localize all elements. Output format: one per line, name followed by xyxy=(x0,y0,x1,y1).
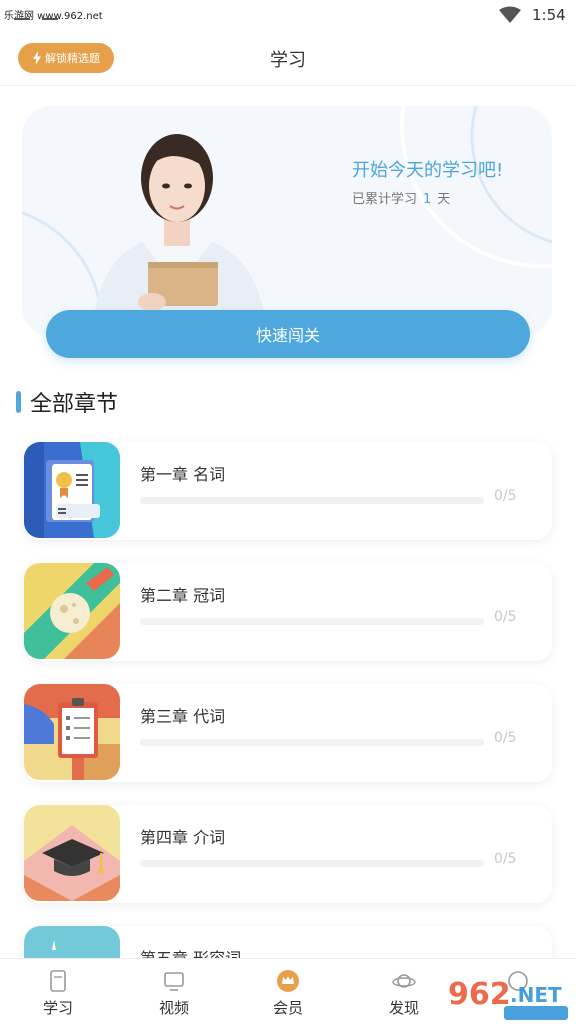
study-days-text: 已累计学习 1 天 xyxy=(352,188,450,207)
chapter-progress-bar xyxy=(140,618,484,625)
quick-challenge-button[interactable]: 快速闯关 xyxy=(46,310,530,358)
status-bar: 乐游网 www.962.net 1:54 xyxy=(0,0,576,30)
book-icon xyxy=(50,970,66,992)
clipboard-icon xyxy=(24,684,120,780)
section-header: 全部章节 xyxy=(16,386,118,418)
graduation-cap-icon xyxy=(24,805,120,901)
crown-icon xyxy=(277,970,299,992)
svg-text:962: 962 xyxy=(448,977,511,1012)
study-days-count: 1 xyxy=(423,192,432,207)
tab-label: 学习 xyxy=(42,999,73,1017)
chapter-progress-bar xyxy=(140,860,484,867)
chapter-progress-bar xyxy=(140,739,484,746)
chapter-card[interactable]: 第一章 名词 0/5 xyxy=(24,442,552,540)
section-title: 全部章节 xyxy=(30,392,119,417)
certificate-icon xyxy=(24,442,120,538)
section-accent-bar xyxy=(16,391,21,413)
tab-video[interactable]: 视频 xyxy=(116,959,232,1024)
chapter-title: 第四章 介词 xyxy=(140,828,226,847)
chapter-card[interactable]: 第三章 代词 0/5 xyxy=(24,684,552,782)
planet-icon xyxy=(392,974,416,988)
chapter-title: 第二章 冠词 xyxy=(140,586,226,605)
tab-study[interactable]: 学习 xyxy=(0,959,116,1024)
study-days-suffix: 天 xyxy=(437,192,451,207)
monitor-icon xyxy=(164,972,184,991)
site-watermark-logo: 962 .NET xyxy=(448,977,568,1020)
app-header: 解锁精选题 学习 xyxy=(0,30,576,86)
tab-label: 会员 xyxy=(272,999,303,1017)
planet-icon xyxy=(24,563,120,659)
chapter-progress-count: 0/5 xyxy=(494,488,517,504)
student-illustration xyxy=(92,134,268,336)
svg-text:.NET: .NET xyxy=(510,983,562,1007)
tab-label: 视频 xyxy=(158,999,189,1017)
chapter-progress-count: 0/5 xyxy=(494,851,517,867)
study-days-prefix: 已累计学习 xyxy=(352,192,418,207)
tab-membership[interactable]: 会员 xyxy=(230,959,346,1024)
banner-headline: 开始今天的学习吧! xyxy=(352,160,504,181)
page-title: 学习 xyxy=(270,50,306,71)
chapter-card[interactable]: 第四章 介词 0/5 xyxy=(24,805,552,903)
chapter-title: 第一章 名词 xyxy=(140,465,226,484)
notification-icons xyxy=(14,18,74,22)
status-time: 1:54 xyxy=(532,6,566,24)
chapter-progress-bar xyxy=(140,497,484,504)
chapter-progress-count: 0/5 xyxy=(494,609,517,625)
wifi-icon xyxy=(499,6,521,23)
study-banner: 开始今天的学习吧! 已累计学习 1 天 xyxy=(22,106,552,336)
chapter-card[interactable]: 第二章 冠词 0/5 xyxy=(24,563,552,661)
chapter-title: 第三章 代词 xyxy=(140,707,226,726)
chapter-progress-count: 0/5 xyxy=(494,730,517,746)
